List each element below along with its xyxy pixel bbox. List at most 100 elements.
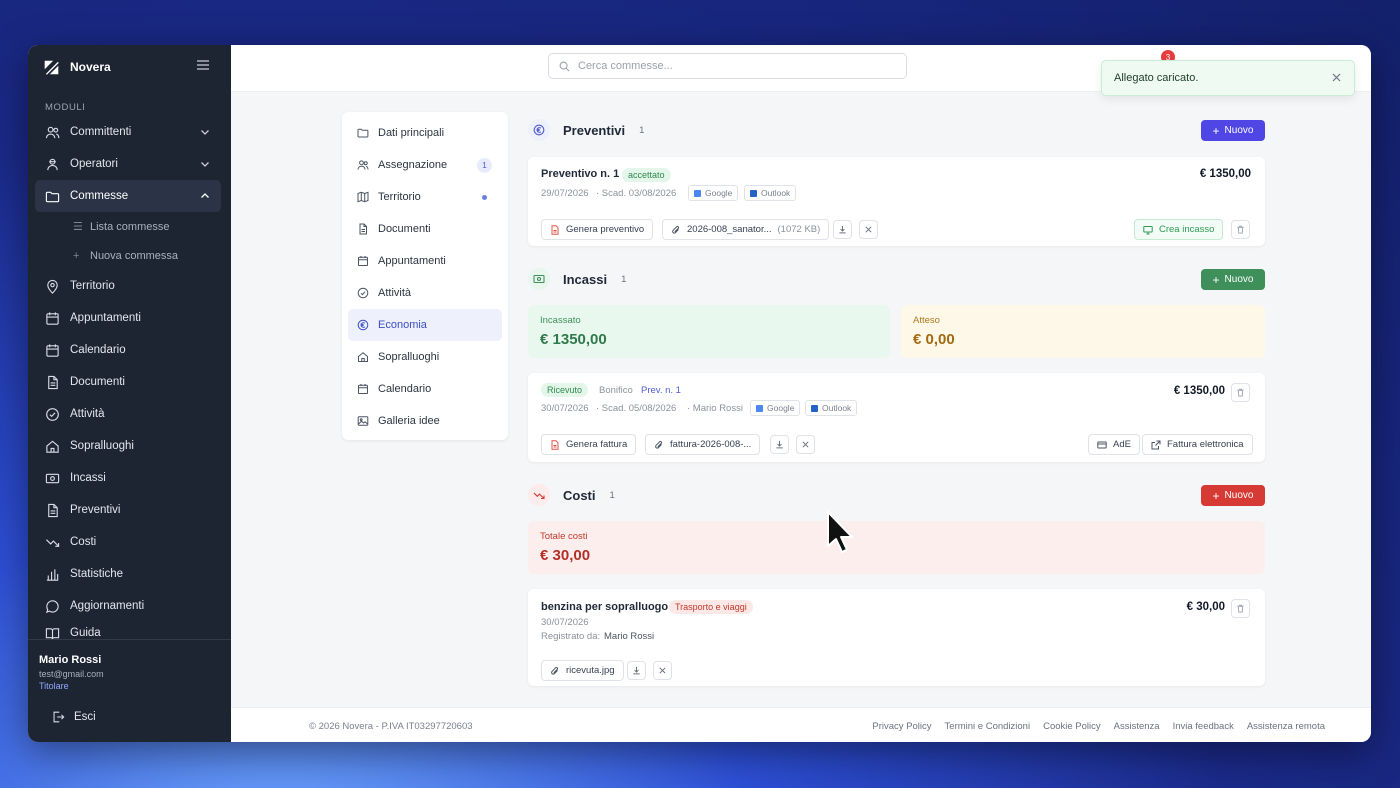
close-icon[interactable]	[1331, 72, 1342, 83]
fattura-elettronica-button[interactable]: Fattura elettronica	[1142, 434, 1253, 455]
search-box[interactable]	[548, 53, 907, 79]
sidebar-item-commesse[interactable]: Commesse	[35, 180, 221, 212]
users-icon	[45, 126, 60, 138]
subnav-appuntamenti[interactable]: Appuntamenti	[348, 245, 502, 277]
sidebar: Novera MODULI Committenti Operatori Comm…	[28, 45, 231, 742]
new-costo-button[interactable]: + Nuovo	[1201, 485, 1265, 506]
preventivo-card: Preventivo n. 1 accettato € 1350,00 29/0…	[528, 157, 1265, 246]
sidebar-subitem-nuova-commessa[interactable]: + Nuova commessa	[35, 241, 221, 270]
operator-icon	[47, 158, 58, 170]
delete-costo-button[interactable]	[1231, 599, 1250, 618]
sidebar-item-aggiornamenti[interactable]: Aggiornamenti	[35, 590, 221, 622]
sidebar-subitem-lista-commesse[interactable]: ☰ Lista commesse	[35, 212, 221, 241]
subnav-economia[interactable]: Economia	[348, 309, 502, 341]
category-badge: Trasporto e viaggi	[669, 600, 753, 614]
sidebar-item-costi[interactable]: Costi	[35, 526, 221, 558]
attachment-chip[interactable]: ricevuta.jpg	[541, 660, 624, 681]
subnav-assegnazione[interactable]: Assegnazione 1	[348, 149, 502, 181]
footer-link-feedback[interactable]: Invia feedback	[1173, 721, 1234, 732]
calendar-icon	[46, 343, 59, 357]
trending-down-icon	[46, 538, 60, 547]
incasso-card: Ricevuto Bonifico Prev. n. 1 € 1350,00 3…	[528, 373, 1265, 462]
sidebar-item-appuntamenti[interactable]: Appuntamenti	[35, 302, 221, 334]
costo-amount: € 30,00	[1186, 601, 1225, 613]
subnav-dati-principali[interactable]: Dati principali	[348, 117, 502, 149]
sidebar-item-documenti[interactable]: Documenti	[35, 366, 221, 398]
search-input[interactable]	[578, 60, 878, 72]
preventivo-reference-link[interactable]: Prev. n. 1	[641, 385, 681, 396]
footer-link-cookie[interactable]: Cookie Policy	[1043, 721, 1101, 732]
outlook-calendar-chip[interactable]: Outlook	[805, 400, 858, 416]
footer-link-privacy[interactable]: Privacy Policy	[872, 721, 931, 732]
subnav-sopralluoghi[interactable]: Sopralluoghi	[348, 341, 502, 373]
preventivo-title: Preventivo n. 1	[541, 168, 620, 180]
novera-logo-icon	[44, 60, 59, 75]
remove-attachment-button[interactable]	[796, 435, 815, 454]
preventivo-amount: € 1350,00	[1199, 168, 1251, 180]
subnav-calendario[interactable]: Calendario	[348, 373, 502, 405]
generate-fattura-button[interactable]: Genera fattura	[541, 434, 637, 455]
trash-icon	[1237, 225, 1244, 234]
delete-incasso-button[interactable]	[1231, 383, 1250, 402]
outlook-calendar-chip[interactable]: Outlook	[744, 185, 797, 201]
costo-card: benzina per sopralluogo Trasporto e viag…	[528, 589, 1265, 686]
download-button[interactable]	[833, 220, 852, 239]
google-calendar-chip[interactable]: Google	[750, 400, 801, 416]
list-icon: ☰	[73, 221, 83, 233]
subnav-galleria-idee[interactable]: Galleria idee	[348, 405, 502, 437]
logout-icon	[53, 711, 65, 723]
sidebar-item-incassi[interactable]: Incassi	[35, 462, 221, 494]
chevron-down-icon	[201, 162, 209, 167]
attachment-size: (1072 KB)	[777, 224, 821, 235]
download-button[interactable]	[770, 435, 789, 454]
remove-attachment-button[interactable]	[859, 220, 878, 239]
attachment-name: fattura-2026-008-...	[670, 439, 752, 450]
document-icon	[48, 503, 58, 517]
ade-button[interactable]: AdE	[1088, 434, 1140, 455]
attachment-chip[interactable]: 2026-008_sanator... (1072 KB)	[662, 219, 830, 240]
brand[interactable]: Novera	[43, 57, 111, 77]
sidebar-item-calendario[interactable]: Calendario	[35, 334, 221, 366]
new-incasso-button[interactable]: + Nuovo	[1201, 269, 1265, 290]
subnav-label: Economia	[378, 319, 427, 331]
chip-label: AdE	[1113, 439, 1131, 450]
user-profile[interactable]: Mario Rossi test@gmail.com Titolare	[28, 639, 231, 691]
footer-link-support[interactable]: Assistenza	[1114, 721, 1160, 732]
generate-preventivo-button[interactable]: Genera preventivo	[541, 219, 654, 240]
sidebar-item-label: Sopralluoghi	[70, 440, 134, 452]
costo-title: benzina per sopralluogo	[541, 601, 669, 613]
new-preventivo-button[interactable]: + Nuovo	[1201, 120, 1265, 141]
incassi-count: 1	[621, 273, 627, 285]
sidebar-item-label: Aggiornamenti	[70, 600, 145, 612]
download-button[interactable]	[627, 661, 646, 680]
footer-link-remote-support[interactable]: Assistenza remota	[1247, 721, 1325, 732]
subnav-attivita[interactable]: Attività	[348, 277, 502, 309]
toast-message: Allegato caricato.	[1114, 72, 1199, 84]
sidebar-item-label: Appuntamenti	[70, 312, 141, 324]
calendar-icon	[358, 384, 368, 395]
subnav-label: Assegnazione	[378, 159, 448, 171]
sidebar-item-territorio[interactable]: Territorio	[35, 270, 221, 302]
remove-attachment-button[interactable]	[653, 661, 672, 680]
attachment-chip[interactable]: fattura-2026-008-...	[645, 434, 761, 455]
sidebar-item-preventivi[interactable]: Preventivi	[35, 494, 221, 526]
sidebar-item-statistiche[interactable]: Statistiche	[35, 558, 221, 590]
pdf-icon	[551, 439, 559, 450]
subnav-documenti[interactable]: Documenti	[348, 213, 502, 245]
chevron-down-icon	[201, 130, 209, 135]
outlook-icon	[750, 189, 757, 197]
delete-preventivo-button[interactable]	[1231, 220, 1250, 239]
footer-link-terms[interactable]: Termini e Condizioni	[945, 721, 1031, 732]
sidebar-item-label: Operatori	[70, 158, 118, 170]
google-calendar-chip[interactable]: Google	[688, 185, 739, 201]
subnav-territorio[interactable]: Territorio	[348, 181, 502, 213]
sidebar-item-operatori[interactable]: Operatori	[35, 148, 221, 180]
sidebar-item-attivita[interactable]: Attività	[35, 398, 221, 430]
sidebar-item-committenti[interactable]: Committenti	[35, 116, 221, 148]
costi-section-header: Costi 1 + Nuovo	[528, 483, 1265, 507]
chevron-up-icon	[201, 193, 209, 198]
create-incasso-button[interactable]: Crea incasso	[1134, 219, 1224, 240]
hamburger-icon[interactable]	[196, 58, 210, 72]
sidebar-item-sopralluoghi[interactable]: Sopralluoghi	[35, 430, 221, 462]
logout-button[interactable]: Esci	[51, 710, 96, 724]
